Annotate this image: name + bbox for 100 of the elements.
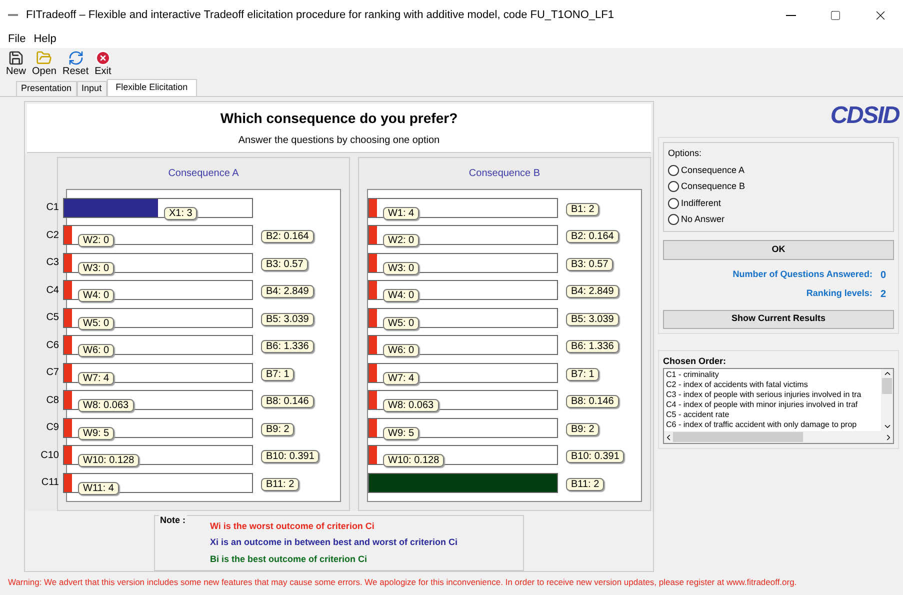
best-value-tag: B2: 0.164 <box>261 230 314 244</box>
scroll-down-icon[interactable] <box>882 422 892 431</box>
value-tag: W7: 4 <box>78 372 114 385</box>
best-value-tag: B7: 1 <box>566 368 600 381</box>
radio-label[interactable]: Consequence A <box>681 164 745 177</box>
value-tag: W6: 0 <box>383 344 420 358</box>
criterion-label: C6 <box>45 338 60 353</box>
best-value-tag: B9: 2 <box>261 422 294 436</box>
note-text: Wi is the worst outcome of criterion Ci <box>210 520 376 533</box>
best-value-tag: B4: 2.849 <box>261 285 314 298</box>
value-tag: W4: 0 <box>383 289 420 302</box>
best-value-tag: B10: 0.391 <box>566 450 624 464</box>
best-value-tag: B2: 0.164 <box>566 230 619 244</box>
consequence-title: Consequence B <box>468 167 542 181</box>
value-tag: W2: 0 <box>78 234 114 248</box>
floppy-icon <box>8 50 24 66</box>
criterion-label: C1 <box>45 201 60 216</box>
minimize-icon <box>786 14 796 16</box>
best-value-tag: B5: 3.039 <box>261 312 314 326</box>
scroll-left-icon[interactable] <box>664 432 673 442</box>
best-value-tag: B11: 2 <box>261 478 300 491</box>
logo: CDSID <box>830 101 899 131</box>
stat-value: 0 <box>880 268 886 282</box>
show-results-button[interactable]: Show Current Results <box>663 310 894 328</box>
value-tag: W3: 0 <box>383 262 420 275</box>
value-tag: W6: 0 <box>78 344 114 358</box>
toolbar-button[interactable]: Reset <box>60 50 91 78</box>
criterion-label: C3 <box>45 256 60 270</box>
question-title: Which consequence do you prefer? <box>220 109 458 128</box>
best-value-tag: B6: 1.336 <box>566 340 619 354</box>
radio-label[interactable]: Consequence B <box>681 180 746 194</box>
value-tag: W5: 0 <box>78 316 114 330</box>
best-value-tag: B11: 2 <box>566 478 604 491</box>
criterion-label: C5 <box>45 311 60 326</box>
best-value-tag: B1: 2 <box>566 202 600 216</box>
value-tag: W2: 0 <box>383 234 420 248</box>
ok-button[interactable]: OK <box>663 240 894 260</box>
value-tag: W8: 0.063 <box>78 399 134 412</box>
toolbar-button[interactable]: Exit <box>92 50 114 78</box>
toolbar-button[interactable]: Open <box>30 50 58 78</box>
warning-text: Warning: We advert that this version includes some new features that may cause some errors. We apologize for this inconvenience. In order to receive new version updates, please register at www.fitradeoff.org. <box>7 576 798 590</box>
note-text: Bi is the best outcome of criterion Ci <box>210 552 368 566</box>
maximize-icon <box>830 10 841 20</box>
value-tag: W4: 0 <box>78 289 114 302</box>
list-item[interactable]: C1 - criminality <box>666 370 881 380</box>
best-value-tag: B3: 0.57 <box>261 258 308 271</box>
value-tag: W11: 4 <box>78 482 119 495</box>
stat-label: Number of Questions Answered: <box>732 268 872 282</box>
menu-item[interactable]: File <box>8 30 26 48</box>
list-item[interactable]: C3 - index of people with serious injuries involved in tra <box>666 390 881 400</box>
best-value-tag: B5: 3.039 <box>566 312 619 326</box>
best-value-tag: B9: 2 <box>566 422 600 436</box>
tab[interactable]: Presentation <box>16 81 77 96</box>
value-tag: W8: 0.063 <box>383 399 439 412</box>
menu-item[interactable]: Help <box>34 30 56 48</box>
criterion-label: C2 <box>45 228 60 243</box>
criterion-label: C8 <box>45 394 60 408</box>
exit-icon <box>94 50 111 66</box>
radio-button[interactable] <box>668 164 679 176</box>
best-value-tag: B3: 0.57 <box>566 258 614 271</box>
list-item[interactable]: C6 - index of traffic accident with only damage to prop <box>666 420 881 430</box>
scroll-up-icon[interactable] <box>882 369 892 378</box>
consequence-title: Consequence A <box>167 167 240 181</box>
value-tag: W10: 0.128 <box>383 454 444 468</box>
list-item[interactable]: C4 - index of people with minor injuries involved in traf <box>666 400 881 410</box>
folder-icon <box>36 50 52 66</box>
best-value-tag: B8: 0.146 <box>566 395 619 408</box>
criterion-label: C7 <box>45 366 60 380</box>
radio-button[interactable] <box>668 198 679 209</box>
radio-label[interactable]: No Answer <box>681 213 725 226</box>
chosen-order-label: Chosen Order: <box>663 354 728 368</box>
stat-value: 2 <box>880 288 886 302</box>
criterion-label: C11 <box>40 476 60 490</box>
best-value-tag: B10: 0.391 <box>261 450 320 464</box>
refresh-icon <box>68 50 84 66</box>
value-tag: W3: 0 <box>78 262 114 275</box>
radio-button[interactable] <box>668 181 679 192</box>
radio-label[interactable]: Indifferent <box>681 196 721 210</box>
value-tag: W9: 5 <box>383 426 420 440</box>
best-value-tag: B4: 2.849 <box>566 285 619 298</box>
criterion-label: C9 <box>45 421 60 436</box>
value-tag: W10: 0.128 <box>78 454 140 468</box>
value-tag: W1: 4 <box>383 206 420 220</box>
value-tag: X1: 3 <box>164 206 198 220</box>
tab[interactable]: Input <box>76 81 107 96</box>
toolbar-button[interactable]: New <box>4 50 28 78</box>
radio-button[interactable] <box>668 214 679 226</box>
value-tag: W5: 0 <box>383 316 420 330</box>
list-item[interactable]: C2 - index of accidents with fatal victims <box>666 380 881 390</box>
list-item[interactable]: C5 - accident rate <box>666 410 881 420</box>
horizontal-scrollbar[interactable] <box>664 431 893 443</box>
question-subtitle: Answer the questions by choosing one option <box>238 134 440 148</box>
criterion-label: C4 <box>45 284 60 298</box>
best-value-tag: B8: 0.146 <box>261 395 314 408</box>
vertical-scrollbar[interactable] <box>881 369 893 431</box>
criterion-label: C10 <box>40 448 60 463</box>
best-value-tag: B7: 1 <box>261 368 294 381</box>
tab[interactable]: Flexible Elicitation <box>106 79 197 96</box>
window-title: FITradeoff – Flexible and interactive Tradeoff elicitation procedure for ranking with additive model, code FU_T1ONO_LF1 <box>26 8 615 23</box>
scroll-right-icon[interactable] <box>884 432 893 442</box>
